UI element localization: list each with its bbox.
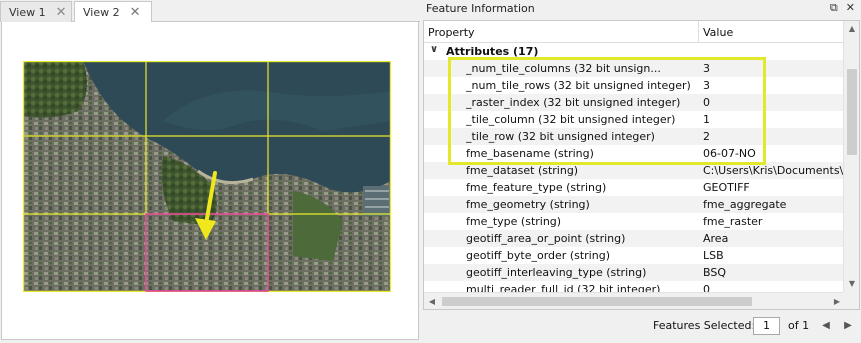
feature-total-label: of 1 — [788, 319, 810, 332]
column-header-property[interactable]: Property — [428, 26, 475, 39]
panel-title-bar: Feature Information ⧉ ✕ — [421, 0, 861, 19]
feature-information-panel: Feature Information ⧉ ✕ Property Value ∨… — [421, 0, 861, 343]
table-row[interactable]: geotiff_byte_order (string) LSB — [424, 247, 844, 264]
property-cell: geotiff_area_or_point (string) — [466, 232, 626, 245]
table-row[interactable]: geotiff_interleaving_type (string) BSQ — [424, 264, 844, 281]
map-viewport[interactable] — [1, 22, 419, 340]
value-cell: C:\Users\Kris\Documents\ — [703, 164, 843, 177]
scrollbar-corner — [843, 292, 859, 309]
close-icon[interactable]: ✕ — [56, 5, 67, 20]
view-tabbar: View 1 ✕ View 2 ✕ — [0, 0, 420, 23]
value-cell: Area — [703, 232, 729, 245]
tab-view-1-label: View 1 — [9, 5, 46, 19]
column-header-value[interactable]: Value — [703, 26, 733, 39]
table-row[interactable]: geotiff_area_or_point (string) Area — [424, 230, 844, 247]
table-row[interactable]: fme_type (string) fme_raster — [424, 213, 844, 230]
value-cell: GEOTIFF — [703, 181, 750, 194]
restore-window-icon[interactable]: ⧉ — [830, 1, 838, 15]
vertical-scrollbar[interactable]: ▲ ▼ — [843, 21, 859, 292]
horizontal-scroll-thumb[interactable] — [442, 297, 752, 306]
column-divider[interactable] — [698, 21, 699, 43]
chevron-down-icon[interactable]: ∨ — [430, 44, 438, 55]
feature-index-input[interactable]: 1 — [753, 317, 780, 335]
features-selected-label: Features Selected: — [653, 319, 756, 332]
selection-footer: Features Selected: 1 of 1 ◀ ▶ — [421, 312, 861, 342]
scroll-left-icon[interactable]: ◀ — [424, 293, 440, 309]
panel-title: Feature Information — [426, 2, 535, 15]
previous-feature-icon[interactable]: ◀ — [819, 317, 833, 335]
vertical-scroll-thumb[interactable] — [847, 69, 857, 155]
property-cell: fme_type (string) — [466, 215, 562, 228]
property-cell: fme_dataset (string) — [466, 164, 579, 177]
raster-tile-map[interactable] — [23, 61, 391, 292]
value-cell: fme_aggregate — [703, 198, 787, 211]
next-feature-icon[interactable]: ▶ — [841, 317, 855, 335]
close-icon[interactable]: ✕ — [846, 1, 855, 15]
property-cell: fme_feature_type (string) — [466, 181, 607, 194]
property-cell: fme_geometry (string) — [466, 198, 590, 211]
property-cell: geotiff_interleaving_type (string) — [466, 266, 647, 279]
aerial-image — [23, 61, 391, 292]
property-cell: geotiff_byte_order (string) — [466, 249, 610, 262]
horizontal-scrollbar[interactable]: ◀ ▶ — [424, 292, 845, 309]
value-cell: BSQ — [703, 266, 726, 279]
scroll-up-icon[interactable]: ▲ — [844, 21, 859, 37]
annotation-highlight-box — [448, 57, 766, 165]
scroll-down-icon[interactable]: ▼ — [844, 276, 859, 292]
tab-view-2[interactable]: View 2 ✕ — [74, 1, 152, 23]
tab-view-1[interactable]: View 1 ✕ — [0, 1, 72, 22]
value-cell: LSB — [703, 249, 724, 262]
close-icon[interactable]: ✕ — [130, 5, 141, 20]
tab-view-2-label: View 2 — [83, 5, 120, 19]
table-header: Property Value — [424, 21, 844, 43]
table-row[interactable]: fme_feature_type (string) GEOTIFF — [424, 179, 844, 196]
value-cell: fme_raster — [703, 215, 763, 228]
table-row[interactable]: fme_geometry (string) fme_aggregate — [424, 196, 844, 213]
